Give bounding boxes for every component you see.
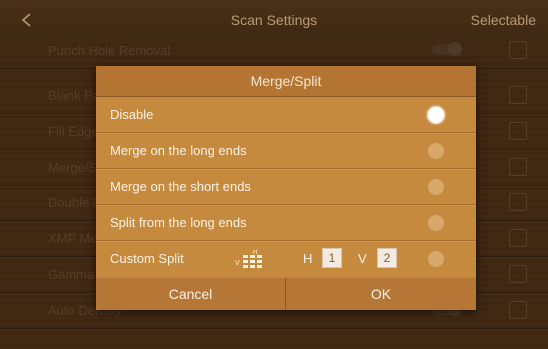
option-merge-long[interactable]: Merge on the long ends <box>96 133 476 169</box>
option-label: Custom Split <box>110 251 184 266</box>
option-merge-short[interactable]: Merge on the short ends <box>96 169 476 205</box>
merge-split-dialog: Merge/Split Disable Merge on the long en… <box>96 66 476 310</box>
option-label: Merge on the long ends <box>110 143 247 158</box>
option-label: Split from the long ends <box>110 215 247 230</box>
option-label: Disable <box>110 107 154 122</box>
option-label: Merge on the short ends <box>110 179 251 194</box>
option-split-long[interactable]: Split from the long ends <box>96 205 476 241</box>
h-value-input[interactable]: 1 <box>322 248 342 268</box>
selectable-button[interactable]: Selectable <box>471 12 536 28</box>
cancel-button[interactable]: Cancel <box>96 278 286 310</box>
radio-icon[interactable] <box>427 142 445 160</box>
dialog-title: Merge/Split <box>96 66 476 97</box>
v-label: V <box>358 251 367 266</box>
h-label: H <box>303 251 313 266</box>
split-icon-v-letter: V <box>235 260 240 267</box>
ok-button[interactable]: OK <box>286 278 476 310</box>
radio-icon[interactable] <box>427 214 445 232</box>
v-value-input[interactable]: 2 <box>377 248 397 268</box>
radio-icon[interactable] <box>427 178 445 196</box>
dialog-footer: Cancel OK <box>96 278 476 310</box>
option-disable[interactable]: Disable <box>96 97 476 133</box>
page-title: Scan Settings <box>230 12 318 28</box>
option-custom-split[interactable]: Custom Split H V H 1 V 2 <box>96 241 476 276</box>
radio-icon[interactable] <box>427 250 445 268</box>
radio-selected-icon[interactable] <box>427 106 445 124</box>
grid-split-icon: H V <box>235 250 262 268</box>
